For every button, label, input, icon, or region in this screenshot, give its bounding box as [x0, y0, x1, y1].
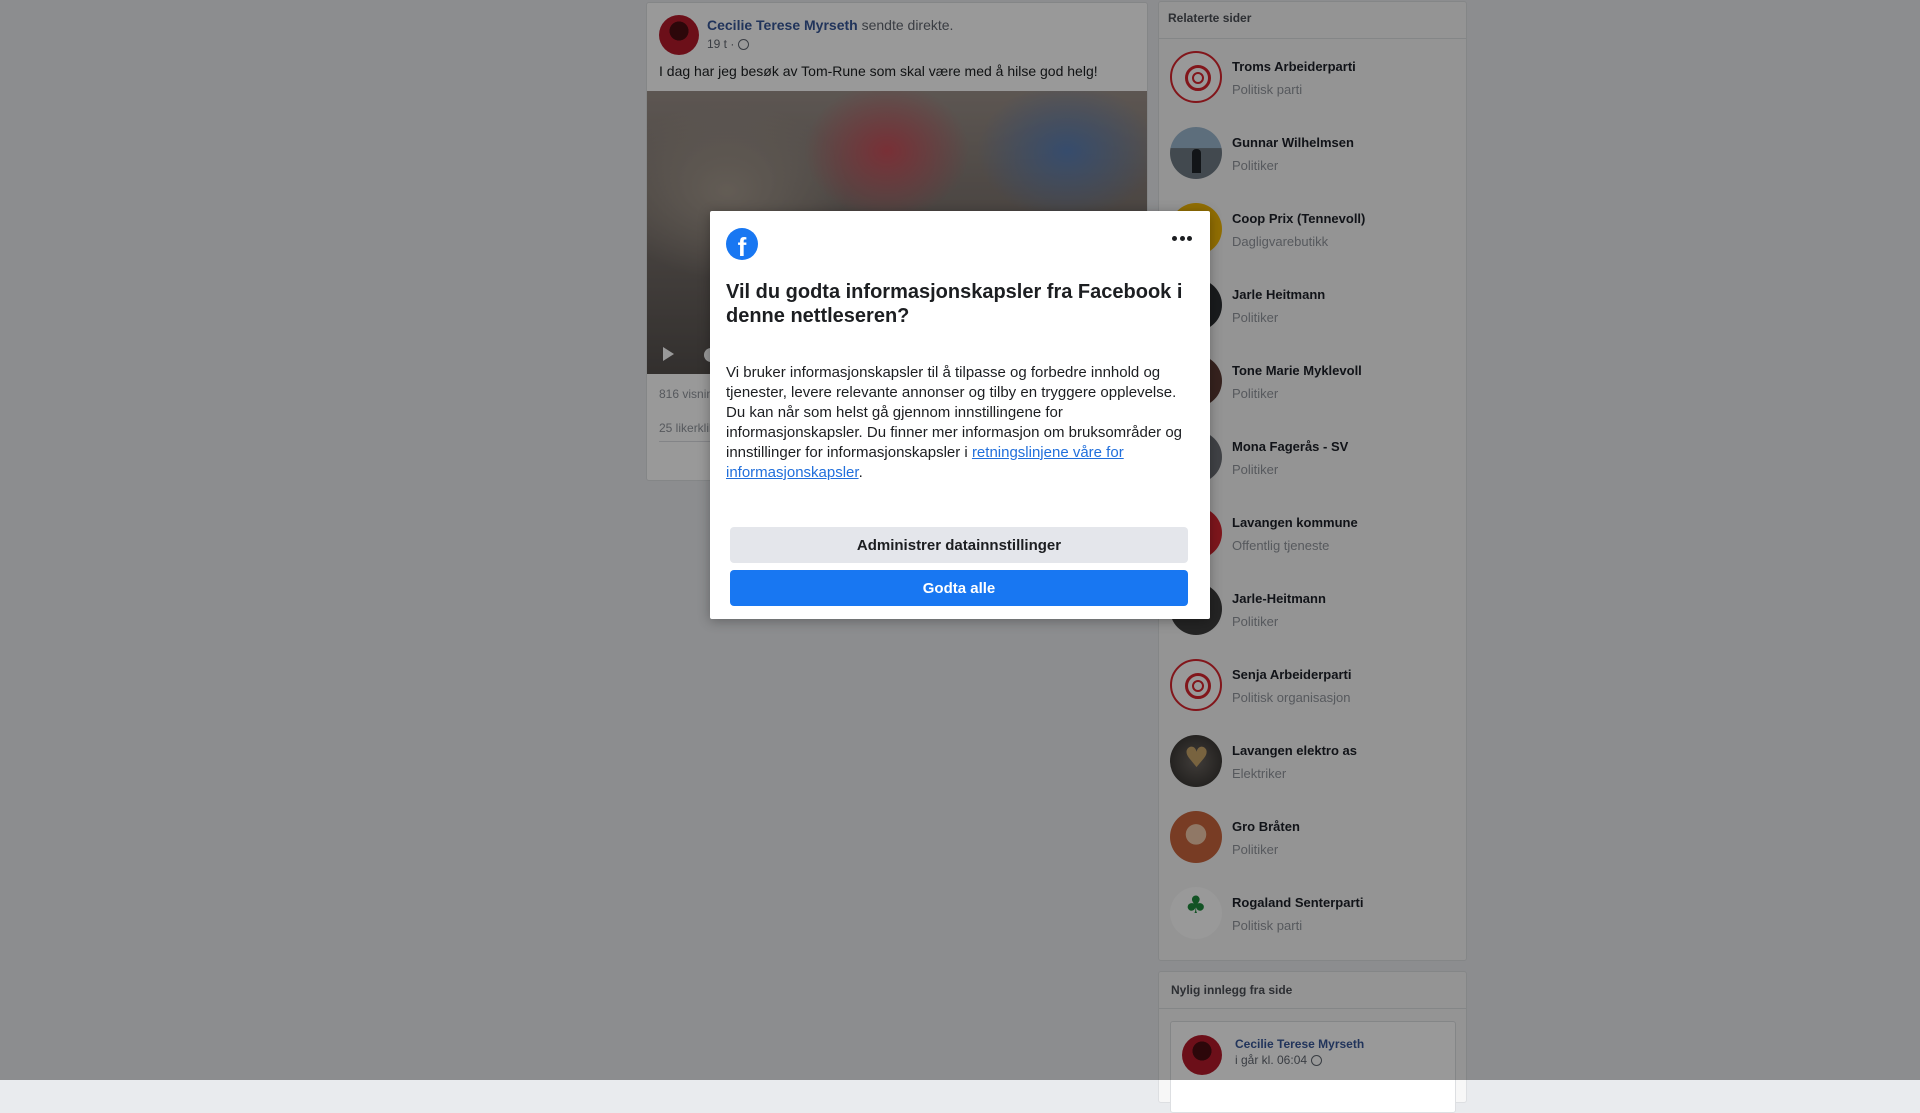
dialog-body-end: . — [858, 464, 863, 481]
accept-all-button[interactable]: Godta alle — [730, 570, 1188, 606]
dialog-body: Vi bruker informasjonskapsler til å tilp… — [726, 363, 1196, 483]
dialog-title: Vil du godta informasjonskapsler fra Fac… — [726, 281, 1183, 327]
facebook-logo-icon: f — [726, 228, 758, 260]
manage-data-settings-button[interactable]: Administrer datainnstillinger — [730, 527, 1188, 563]
more-options-icon[interactable] — [1172, 236, 1192, 242]
cookie-consent-dialog: f Vil du godta informasjonskapsler fra F… — [710, 211, 1210, 619]
